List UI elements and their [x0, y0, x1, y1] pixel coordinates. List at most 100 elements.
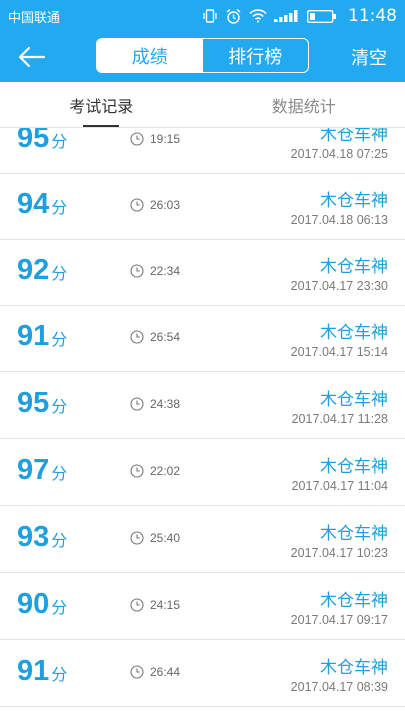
- duration-text: 26:44: [150, 665, 181, 679]
- tab-ranking[interactable]: 排行榜: [203, 39, 309, 72]
- score-unit: 分: [51, 667, 68, 684]
- score: 95 分: [17, 387, 67, 420]
- wifi-icon: [249, 9, 267, 23]
- score: 95 分: [17, 128, 67, 155]
- vibrate-icon: [202, 8, 218, 24]
- score-value: 91: [17, 320, 50, 352]
- sub-tabs: 考试记录 数据统计: [0, 82, 405, 128]
- exam-datetime: 2017.04.17 15:14: [290, 345, 388, 359]
- score: 94 分: [17, 188, 67, 221]
- score-value: 97: [17, 454, 50, 486]
- clock-icon: [130, 264, 144, 278]
- clear-button[interactable]: 清空: [351, 44, 387, 70]
- list-item[interactable]: 92 分 22:34 木仓车神 2017.04.17 23:30: [0, 240, 405, 306]
- tab-exam-records[interactable]: 考试记录: [0, 82, 203, 127]
- user-name: 木仓车神: [320, 390, 388, 410]
- duration: 24:15: [130, 598, 180, 612]
- duration-text: 25:40: [150, 531, 181, 545]
- signal-icon: [274, 10, 300, 22]
- clock-icon: [130, 132, 144, 146]
- exam-datetime: 2017.04.17 11:04: [291, 479, 388, 493]
- back-button[interactable]: [18, 42, 52, 72]
- duration: 22:34: [130, 264, 180, 278]
- status-icons: 11:48: [202, 6, 397, 26]
- exam-datetime: 2017.04.17 23:30: [290, 279, 388, 293]
- tab-score[interactable]: 成绩: [97, 39, 203, 72]
- user-name: 木仓车神: [320, 658, 388, 678]
- clock-icon: [130, 531, 144, 545]
- score: 93 分: [17, 521, 67, 554]
- score-unit: 分: [51, 399, 68, 416]
- score-unit: 分: [51, 533, 68, 550]
- arrow-left-icon: [18, 46, 46, 68]
- segment-control: 成绩 排行榜: [96, 38, 309, 73]
- clock-icon: [130, 330, 144, 344]
- score-unit: 分: [51, 600, 68, 617]
- user-name: 木仓车神: [320, 457, 388, 477]
- list-item[interactable]: 95 分 19:15 木仓车神 2017.04.18 07:25: [0, 128, 405, 174]
- active-tab-indicator: [83, 125, 120, 127]
- user-name: 木仓车神: [320, 323, 388, 343]
- duration-text: 26:03: [150, 198, 181, 212]
- list-item[interactable]: 93 分 25:40 木仓车神 2017.04.17 10:23: [0, 507, 405, 573]
- clock-icon: [130, 598, 144, 612]
- duration: 25:40: [130, 531, 180, 545]
- battery-icon: [307, 9, 337, 23]
- list-item[interactable]: 91 分 26:44 木仓车神 2017.04.17 08:39: [0, 641, 405, 707]
- tab-exam-records-label: 考试记录: [69, 96, 134, 116]
- record-list[interactable]: 95 分 19:15 木仓车神 2017.04.18 07:25 94 分 26:0…: [0, 128, 405, 720]
- duration-text: 22:02: [150, 464, 181, 478]
- exam-datetime: 2017.04.18 06:13: [290, 213, 388, 227]
- clock-icon: [130, 397, 144, 411]
- clock-icon: [130, 198, 144, 212]
- alarm-icon: [225, 8, 242, 25]
- tab-statistics-label: 数据统计: [271, 96, 336, 116]
- clock-icon: [130, 665, 144, 679]
- score-value: 90: [17, 588, 50, 620]
- user-name: 木仓车神: [320, 191, 388, 211]
- duration-text: 26:54: [150, 330, 181, 344]
- score: 92 分: [17, 254, 67, 287]
- score: 97 分: [17, 454, 67, 487]
- score-unit: 分: [51, 466, 68, 483]
- tab-statistics[interactable]: 数据统计: [203, 82, 405, 127]
- score-value: 94: [17, 188, 50, 220]
- exam-datetime: 2017.04.17 09:17: [290, 613, 388, 627]
- exam-datetime: 2017.04.17 11:28: [291, 412, 388, 426]
- exam-datetime: 2017.04.18 07:25: [290, 147, 388, 161]
- duration-text: 22:34: [150, 264, 181, 278]
- user-name: 木仓车神: [320, 128, 388, 145]
- status-bar: 中国联通 11:48: [0, 0, 405, 32]
- score-unit: 分: [51, 200, 68, 217]
- exam-datetime: 2017.04.17 10:23: [290, 546, 388, 560]
- duration: 26:44: [130, 665, 180, 679]
- score: 90 分: [17, 588, 67, 621]
- user-name: 木仓车神: [320, 524, 388, 544]
- score-unit: 分: [51, 134, 68, 151]
- list-item[interactable]: 90 分 24:15 木仓车神 2017.04.17 09:17: [0, 574, 405, 640]
- list-item[interactable]: 94 分 26:03 木仓车神 2017.04.18 06:13: [0, 174, 405, 240]
- clock-icon: [130, 464, 144, 478]
- score-unit: 分: [51, 266, 68, 283]
- score-value: 93: [17, 521, 50, 553]
- score-unit: 分: [51, 332, 68, 349]
- score-value: 91: [17, 655, 50, 687]
- status-time: 11:48: [348, 6, 397, 26]
- duration-text: 19:15: [150, 132, 181, 146]
- score: 91 分: [17, 655, 67, 688]
- duration: 26:03: [130, 198, 180, 212]
- user-name: 木仓车神: [320, 591, 388, 611]
- duration: 26:54: [130, 330, 180, 344]
- list-item[interactable]: 95 分 24:38 木仓车神 2017.04.17 11:28: [0, 373, 405, 439]
- duration: 24:38: [130, 397, 180, 411]
- duration: 19:15: [130, 132, 180, 146]
- list-item[interactable]: 97 分 22:02 木仓车神 2017.04.17 11:04: [0, 440, 405, 506]
- user-name: 木仓车神: [320, 257, 388, 277]
- duration: 22:02: [130, 464, 180, 478]
- score-value: 95: [17, 387, 50, 419]
- list-item[interactable]: 91 分 26:54 木仓车神 2017.04.17 15:14: [0, 306, 405, 372]
- score-value: 92: [17, 254, 50, 286]
- carrier-label: 中国联通: [8, 10, 61, 26]
- exam-datetime: 2017.04.17 08:39: [290, 680, 388, 694]
- score-value: 95: [17, 128, 50, 154]
